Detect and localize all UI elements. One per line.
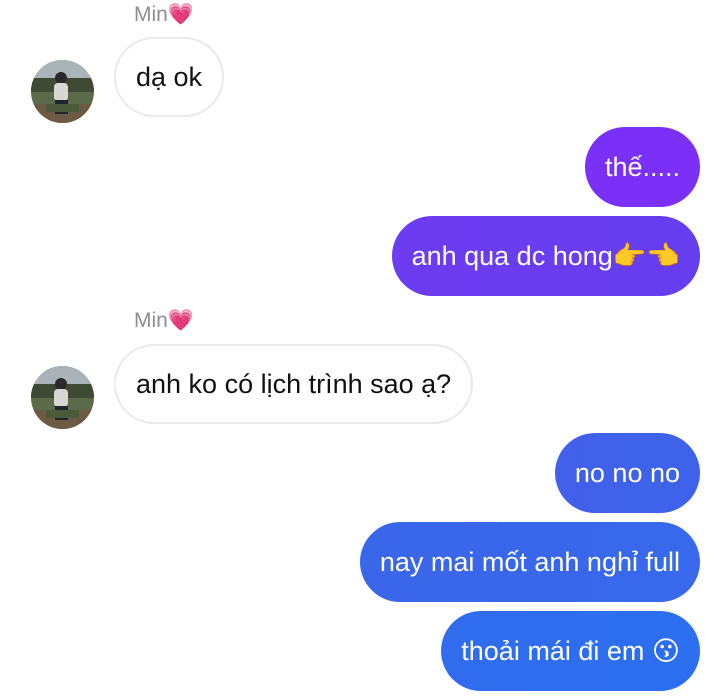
avatar-photo	[31, 366, 94, 429]
avatar[interactable]	[31, 366, 94, 429]
message-text: thoải mái đi em 😗	[461, 636, 680, 666]
message-bubble-incoming[interactable]: anh ko có lịch trình sao ạ?	[114, 344, 474, 424]
message-text: nay mai mốt anh nghỉ full	[379, 547, 680, 577]
sender-name: Min💗	[134, 3, 194, 26]
message-text: thế.....	[604, 152, 680, 182]
message-bubble-outgoing[interactable]: thoải mái đi em 😗	[441, 611, 700, 691]
message-bubble-incoming[interactable]: dạ ok	[114, 37, 225, 117]
message-bubble-outgoing[interactable]: nay mai mốt anh nghỉ full	[359, 522, 700, 602]
sender-name: Min💗	[134, 309, 194, 332]
avatar[interactable]	[31, 60, 94, 123]
message-bubble-outgoing[interactable]: no no no	[554, 433, 700, 513]
chat-thread: Min💗 dạ ok thế..... anh qua dc hong👉👈 Mi…	[0, 0, 719, 697]
message-text: anh ko có lịch trình sao ạ?	[136, 369, 452, 399]
message-bubble-outgoing[interactable]: thế.....	[584, 127, 700, 207]
message-text: no no no	[574, 458, 680, 488]
message-text: anh qua dc hong👉👈	[411, 241, 680, 271]
message-text: dạ ok	[136, 62, 203, 92]
avatar-photo	[31, 60, 94, 123]
message-bubble-outgoing[interactable]: anh qua dc hong👉👈	[391, 216, 700, 296]
